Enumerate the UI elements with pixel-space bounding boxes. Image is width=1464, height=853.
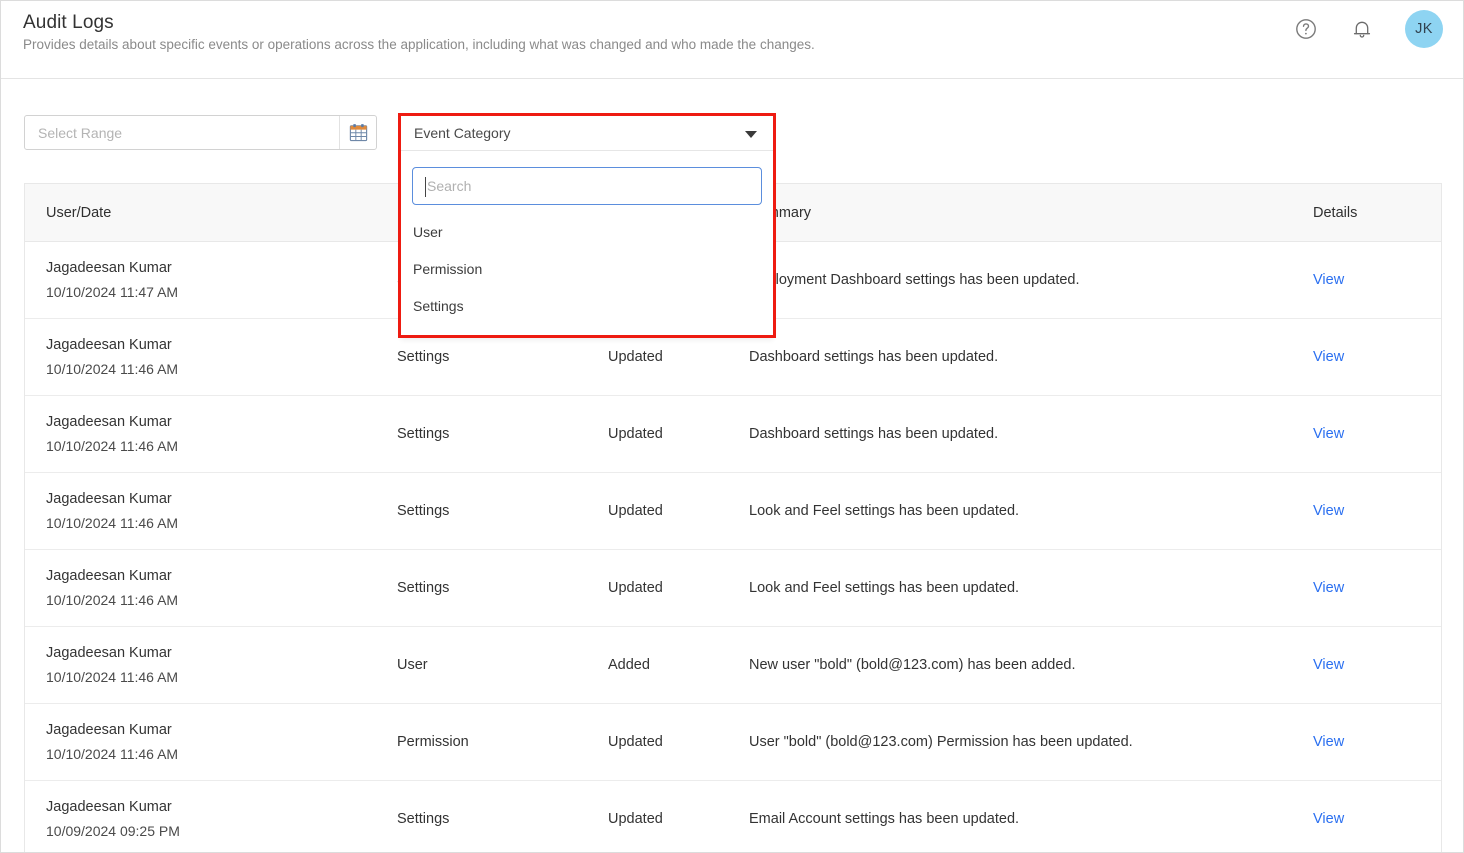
text-cursor bbox=[425, 177, 426, 197]
cell-summary: Deployment Dashboard settings has been u… bbox=[749, 272, 1313, 288]
view-details-link[interactable]: View bbox=[1313, 580, 1344, 596]
view-details-link[interactable]: View bbox=[1313, 734, 1344, 750]
chevron-down-icon bbox=[745, 131, 757, 138]
column-header-details: Details bbox=[1313, 205, 1441, 221]
cell-event-type: Added bbox=[608, 657, 749, 673]
cell-event-category: Settings bbox=[397, 349, 608, 365]
user-name: Jagadeesan Kumar bbox=[46, 645, 397, 661]
cell-user-date: Jagadeesan Kumar 10/10/2024 11:47 AM bbox=[25, 260, 397, 300]
cell-user-date: Jagadeesan Kumar 10/10/2024 11:46 AM bbox=[25, 568, 397, 608]
cell-summary: User "bold" (bold@123.com) Permission ha… bbox=[749, 734, 1313, 750]
event-category-option[interactable]: Permission bbox=[401, 250, 773, 287]
view-details-link[interactable]: View bbox=[1313, 426, 1344, 442]
user-name: Jagadeesan Kumar bbox=[46, 568, 397, 584]
cell-event-type: Updated bbox=[608, 734, 749, 750]
help-circle-icon[interactable] bbox=[1293, 16, 1319, 42]
event-date: 10/10/2024 11:46 AM bbox=[46, 361, 397, 377]
event-date: 10/09/2024 09:25 PM bbox=[46, 823, 397, 839]
user-name: Jagadeesan Kumar bbox=[46, 722, 397, 738]
table-row: Jagadeesan Kumar 10/10/2024 11:46 AMSetti… bbox=[25, 473, 1441, 550]
calendar-icon[interactable] bbox=[339, 116, 376, 149]
page-subtitle: Provides details about specific events o… bbox=[23, 37, 815, 52]
cell-user-date: Jagadeesan Kumar 10/10/2024 11:46 AM bbox=[25, 337, 397, 377]
cell-summary: Look and Feel settings has been updated. bbox=[749, 580, 1313, 596]
event-category-select[interactable]: Event Category bbox=[401, 116, 773, 151]
user-name: Jagadeesan Kumar bbox=[46, 799, 397, 815]
event-category-menu: Search UserPermissionSettings bbox=[401, 151, 773, 338]
avatar[interactable]: JK bbox=[1405, 10, 1443, 48]
user-name: Jagadeesan Kumar bbox=[46, 491, 397, 507]
cell-event-category: Settings bbox=[397, 426, 608, 442]
table-row: Jagadeesan Kumar 10/09/2024 09:25 PMSetti… bbox=[25, 781, 1441, 853]
cell-user-date: Jagadeesan Kumar 10/10/2024 11:46 AM bbox=[25, 414, 397, 454]
event-date: 10/10/2024 11:46 AM bbox=[46, 746, 397, 762]
cell-event-type: Updated bbox=[608, 811, 749, 827]
view-details-link[interactable]: View bbox=[1313, 657, 1344, 673]
table-row: Jagadeesan Kumar 10/10/2024 11:46 AMSetti… bbox=[25, 550, 1441, 627]
event-date: 10/10/2024 11:46 AM bbox=[46, 438, 397, 454]
cell-user-date: Jagadeesan Kumar 10/10/2024 11:46 AM bbox=[25, 722, 397, 762]
cell-event-type: Updated bbox=[608, 349, 749, 365]
event-date: 10/10/2024 11:46 AM bbox=[46, 669, 397, 685]
view-details-link[interactable]: View bbox=[1313, 811, 1344, 827]
column-header-summary: Summary bbox=[749, 205, 1313, 221]
cell-event-category: Settings bbox=[397, 811, 608, 827]
view-details-link[interactable]: View bbox=[1313, 503, 1344, 519]
event-date: 10/10/2024 11:47 AM bbox=[46, 284, 397, 300]
event-date: 10/10/2024 11:46 AM bbox=[46, 592, 397, 608]
column-header-user-date: User/Date bbox=[25, 205, 397, 221]
cell-event-type: Updated bbox=[608, 426, 749, 442]
date-range-placeholder: Select Range bbox=[25, 125, 339, 141]
view-details-link[interactable]: View bbox=[1313, 349, 1344, 365]
event-category-option[interactable]: User bbox=[401, 213, 773, 250]
date-range-input[interactable]: Select Range bbox=[24, 115, 377, 150]
event-category-search-input[interactable]: Search bbox=[412, 167, 762, 205]
event-date: 10/10/2024 11:46 AM bbox=[46, 515, 397, 531]
cell-event-category: Settings bbox=[397, 503, 608, 519]
view-details-link[interactable]: View bbox=[1313, 272, 1344, 288]
cell-summary: Dashboard settings has been updated. bbox=[749, 349, 1313, 365]
bell-icon[interactable] bbox=[1349, 16, 1375, 42]
page-header: Audit Logs Provides details about specif… bbox=[1, 1, 1463, 79]
table-row: Jagadeesan Kumar 10/10/2024 11:46 AMUserA… bbox=[25, 627, 1441, 704]
cell-event-category: User bbox=[397, 657, 608, 673]
table-row: Jagadeesan Kumar 10/10/2024 11:46 AMSetti… bbox=[25, 396, 1441, 473]
page-title: Audit Logs bbox=[23, 12, 114, 34]
event-category-search-placeholder: Search bbox=[413, 178, 471, 194]
cell-user-date: Jagadeesan Kumar 10/10/2024 11:46 AM bbox=[25, 491, 397, 531]
cell-summary: Email Account settings has been updated. bbox=[749, 811, 1313, 827]
cell-summary: Look and Feel settings has been updated. bbox=[749, 503, 1313, 519]
event-category-label: Event Category bbox=[414, 125, 511, 141]
event-category-combo: Event Category Search UserPermissionSett… bbox=[401, 116, 773, 338]
cell-event-type: Updated bbox=[608, 503, 749, 519]
cell-event-category: Permission bbox=[397, 734, 608, 750]
cell-user-date: Jagadeesan Kumar 10/10/2024 11:46 AM bbox=[25, 645, 397, 685]
cell-summary: New user "bold" (bold@123.com) has been … bbox=[749, 657, 1313, 673]
user-name: Jagadeesan Kumar bbox=[46, 414, 397, 430]
cell-event-type: Updated bbox=[608, 580, 749, 596]
cell-user-date: Jagadeesan Kumar 10/09/2024 09:25 PM bbox=[25, 799, 397, 839]
audit-logs-page: Audit Logs Provides details about specif… bbox=[0, 0, 1464, 853]
table-row: Jagadeesan Kumar 10/10/2024 11:46 AMPermi… bbox=[25, 704, 1441, 781]
cell-summary: Dashboard settings has been updated. bbox=[749, 426, 1313, 442]
user-name: Jagadeesan Kumar bbox=[46, 260, 397, 276]
event-category-option-list: UserPermissionSettings bbox=[401, 213, 773, 324]
header-actions: JK bbox=[1293, 10, 1443, 48]
cell-event-category: Settings bbox=[397, 580, 608, 596]
event-category-option[interactable]: Settings bbox=[401, 287, 773, 324]
user-name: Jagadeesan Kumar bbox=[46, 337, 397, 353]
